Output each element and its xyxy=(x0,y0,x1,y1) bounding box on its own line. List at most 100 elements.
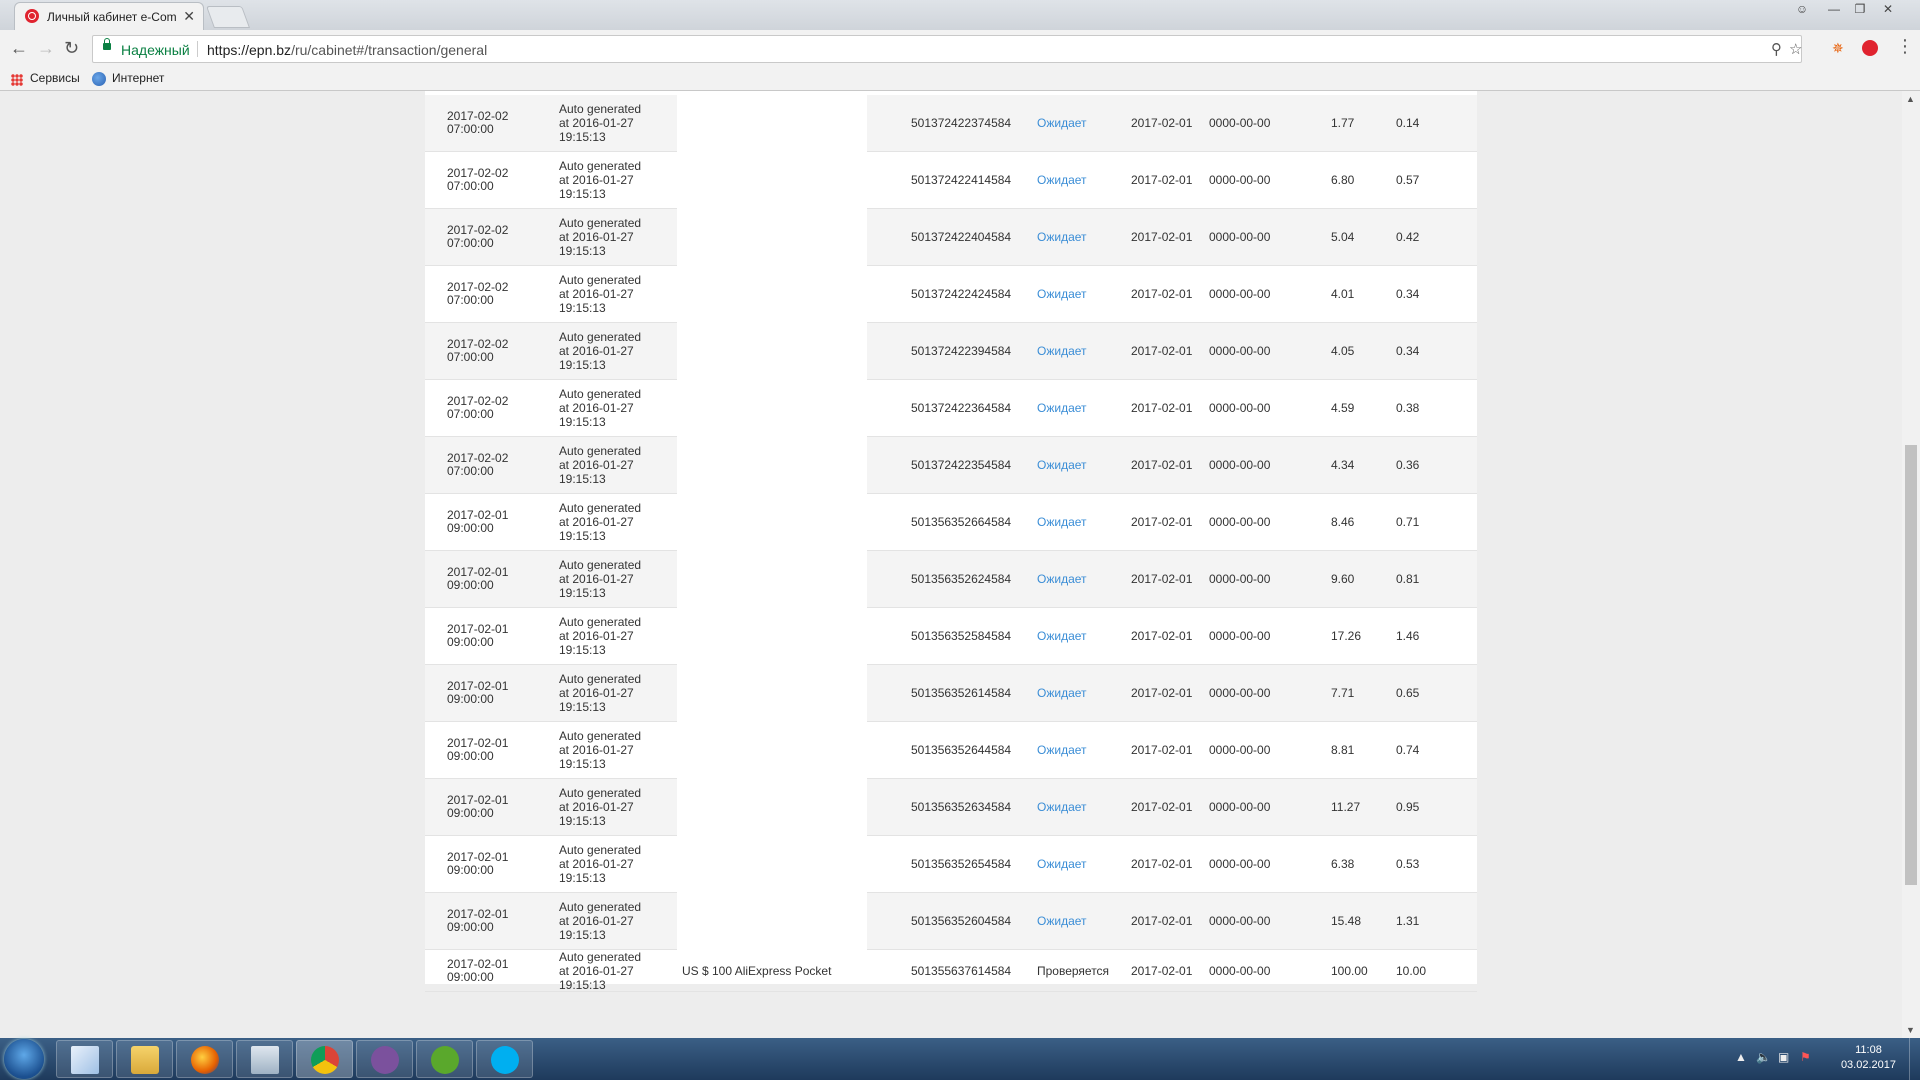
table-row: 2017-02-01 09:00:00 Auto generated at 2016-… xyxy=(425,494,1477,551)
address-bar[interactable]: Надежный https://epn.bz/ru/cabinet#/tran… xyxy=(92,35,1802,63)
zoom-search-icon[interactable]: ⚲ xyxy=(1771,40,1782,58)
commission-amount: 0.65 xyxy=(1396,686,1420,700)
comment-line: at 2016-01-27 xyxy=(559,964,634,978)
status-badge[interactable]: Ожидает xyxy=(1037,288,1087,301)
commission-amount: 0.71 xyxy=(1396,515,1420,529)
tab-strip: Личный кабинет e-Com ✕ ☺ — ❐ ✕ xyxy=(0,0,1920,30)
folder-icon xyxy=(131,1046,159,1074)
commission-amount: 0.74 xyxy=(1396,743,1420,757)
network-icon[interactable]: ▣ xyxy=(1778,1050,1789,1064)
bookmark-apps[interactable]: Сервисы xyxy=(30,71,80,85)
order-number: 501372422414584 xyxy=(911,173,1012,187)
status-badge[interactable]: Ожидает xyxy=(1037,174,1087,187)
date-created: 2017-02-01 xyxy=(1131,458,1193,472)
taskbar-file-manager[interactable] xyxy=(116,1040,173,1078)
restore-icon[interactable]: ❐ xyxy=(1848,0,1872,18)
order-number: 501356352644584 xyxy=(911,743,1012,757)
volume-icon[interactable]: 🔈 xyxy=(1756,1050,1771,1064)
window-close-icon[interactable]: ✕ xyxy=(1876,0,1900,18)
browser-tab-active[interactable]: Личный кабинет e-Com ✕ xyxy=(14,2,204,30)
forward-arrow-icon[interactable]: → xyxy=(37,38,55,58)
status-badge[interactable]: Ожидает xyxy=(1037,687,1087,700)
status-badge[interactable]: Ожидает xyxy=(1037,630,1087,643)
status-badge[interactable]: Ожидает xyxy=(1037,858,1087,871)
status-badge[interactable]: Ожидает xyxy=(1037,459,1087,472)
bookmarks-bar: Сервисы Интернет xyxy=(0,68,1920,91)
commission-amount: 0.53 xyxy=(1396,857,1420,871)
browser-menu-icon[interactable]: ⋮ xyxy=(1896,36,1914,57)
comment-line: at 2016-01-27 xyxy=(559,857,634,871)
status-badge[interactable]: Ожидает xyxy=(1037,345,1087,358)
user-profile-icon[interactable]: ☺ xyxy=(1790,0,1814,18)
tab-close-icon[interactable]: ✕ xyxy=(183,8,195,25)
order-amount: 100.00 xyxy=(1331,964,1368,978)
commission-amount: 0.36 xyxy=(1396,458,1420,472)
order-amount: 9.60 xyxy=(1331,572,1355,586)
date-created: 2017-02-01 xyxy=(1131,173,1193,187)
table-row: 2017-02-01 09:00:00 Auto generated at 2016-… xyxy=(425,836,1477,893)
vertical-scrollbar[interactable]: ▲ ▼ xyxy=(1902,91,1920,1038)
taskbar-calculator[interactable] xyxy=(236,1040,293,1078)
new-tab-button[interactable] xyxy=(205,6,251,28)
comment-line: at 2016-01-27 xyxy=(559,287,634,301)
scroll-up-arrow-icon[interactable]: ▲ xyxy=(1906,94,1915,104)
back-arrow-icon[interactable]: ← xyxy=(10,38,28,58)
taskbar-viber[interactable] xyxy=(356,1040,413,1078)
show-desktop-button[interactable] xyxy=(1909,1038,1920,1080)
comment-line: at 2016-01-27 xyxy=(559,515,634,529)
bookmark-star-icon[interactable]: ☆ xyxy=(1789,40,1802,58)
status-badge[interactable]: Ожидает xyxy=(1037,744,1087,757)
status-badge[interactable]: Ожидает xyxy=(1037,231,1087,244)
order-number: 501372422394584 xyxy=(911,344,1012,358)
utorrent-icon xyxy=(431,1046,459,1074)
comment-line: at 2016-01-27 xyxy=(559,230,634,244)
extension-epn-icon[interactable] xyxy=(1862,40,1878,56)
taskbar-clock[interactable]: 11:08 03.02.2017 xyxy=(1841,1043,1896,1073)
offer-column-blank xyxy=(677,95,867,950)
skype-icon xyxy=(491,1046,519,1074)
transaction-time: 07:00:00 xyxy=(447,293,494,307)
table-row: 2017-02-01 09:00:00 Auto generated at 2016-… xyxy=(425,608,1477,665)
commission-amount: 0.95 xyxy=(1396,800,1420,814)
taskbar-chrome[interactable] xyxy=(296,1040,353,1078)
comment-line: Auto generated xyxy=(559,843,642,857)
bookmark-internet[interactable]: Интернет xyxy=(112,71,164,85)
tray-expand-icon[interactable]: ▲ xyxy=(1735,1050,1747,1064)
comment-line: 19:15:13 xyxy=(559,130,606,144)
comment-line: Auto generated xyxy=(559,615,642,629)
minimize-icon[interactable]: — xyxy=(1822,0,1846,18)
status-badge[interactable]: Ожидает xyxy=(1037,573,1087,586)
scrollbar-thumb[interactable] xyxy=(1905,445,1917,885)
comment-line: at 2016-01-27 xyxy=(559,629,634,643)
status-badge[interactable]: Ожидает xyxy=(1037,402,1087,415)
table-row: 2017-02-02 07:00:00 Auto generated at 2016-… xyxy=(425,380,1477,437)
comment-line: 19:15:13 xyxy=(559,757,606,771)
comment-line: 19:15:13 xyxy=(559,472,606,486)
secure-label[interactable]: Надежный xyxy=(121,42,190,58)
commission-amount: 0.38 xyxy=(1396,401,1420,415)
status-badge[interactable]: Ожидает xyxy=(1037,117,1087,130)
status-badge[interactable]: Ожидает xyxy=(1037,516,1087,529)
scroll-down-arrow-icon[interactable]: ▼ xyxy=(1906,1025,1915,1035)
status-badge[interactable]: Ожидает xyxy=(1037,915,1087,928)
action-center-icon[interactable]: ⚑ xyxy=(1800,1050,1811,1064)
table-row: 2017-02-01 09:00:00 Auto generated at 2016-… xyxy=(425,722,1477,779)
globe-icon xyxy=(92,72,106,86)
taskbar-skype[interactable] xyxy=(476,1040,533,1078)
windows-taskbar: ▲ 🔈 ▣ ⚑ 11:08 03.02.2017 xyxy=(0,1038,1920,1080)
taskbar-utorrent[interactable] xyxy=(416,1040,473,1078)
taskbar-windows-explorer[interactable] xyxy=(56,1040,113,1078)
comment-line: 19:15:13 xyxy=(559,871,606,885)
transaction-time: 09:00:00 xyxy=(447,749,494,763)
apps-grid-icon[interactable] xyxy=(11,74,23,86)
extension-aliexpress-icon[interactable]: ✵ xyxy=(1832,40,1844,57)
reload-icon[interactable]: ↻ xyxy=(64,38,79,58)
status-badge[interactable]: Ожидает xyxy=(1037,801,1087,814)
viber-icon xyxy=(371,1046,399,1074)
start-button[interactable] xyxy=(4,1039,44,1079)
order-number: 501356352654584 xyxy=(911,857,1012,871)
comment-line: Auto generated xyxy=(559,273,642,287)
taskbar-firefox[interactable] xyxy=(176,1040,233,1078)
url-text[interactable]: https://epn.bz/ru/cabinet#/transaction/g… xyxy=(207,42,487,58)
commission-amount: 10.00 xyxy=(1396,964,1427,978)
